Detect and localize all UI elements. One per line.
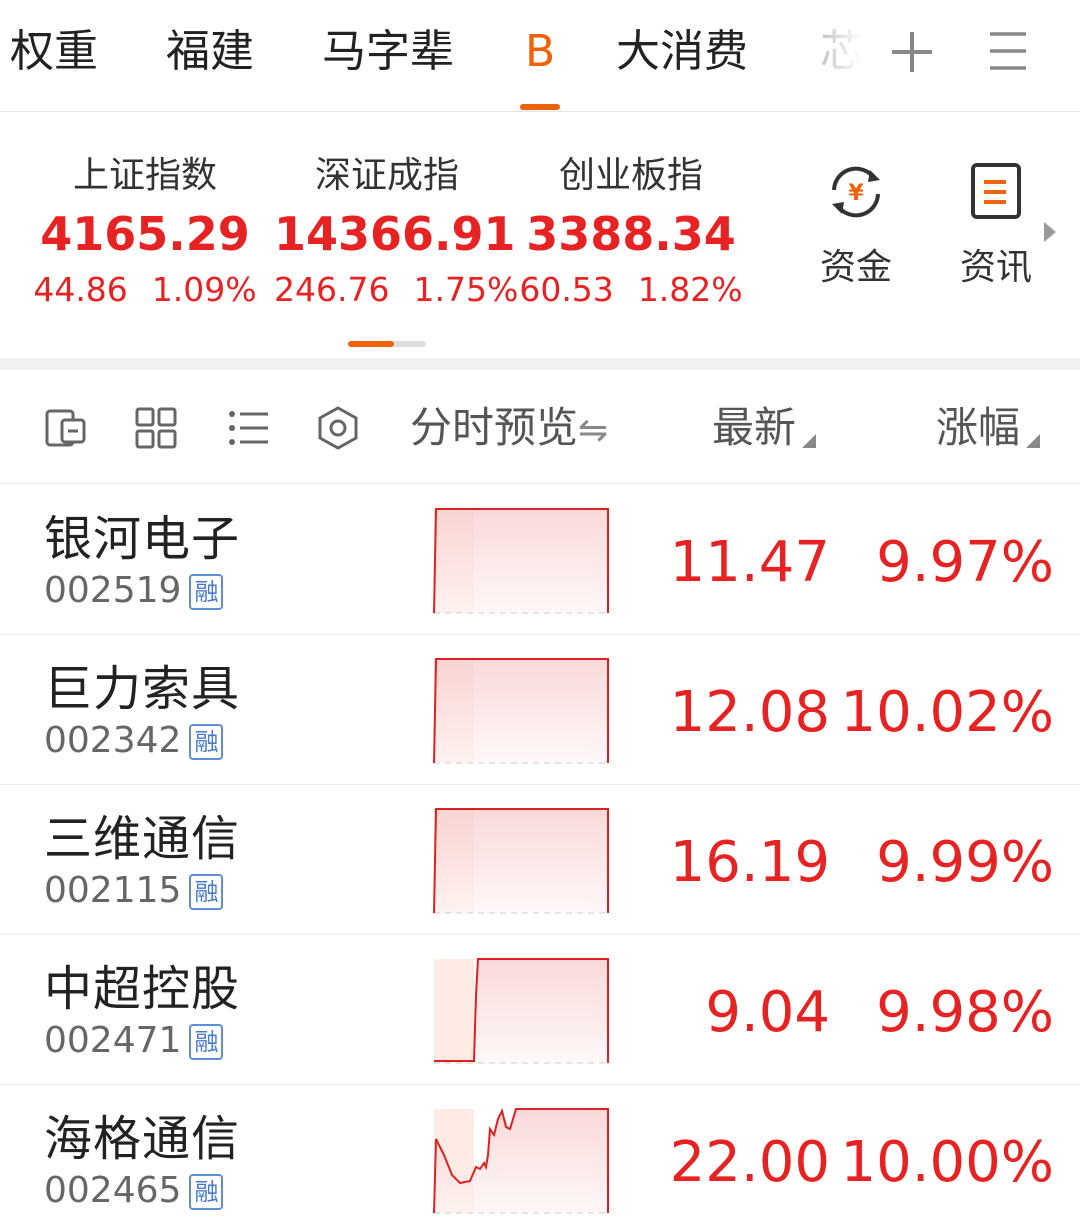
stock-code-line: 002465 融 <box>44 1169 224 1213</box>
stock-row[interactable]: 三维通信 002115 融 16.19 9.99% <box>0 785 1080 935</box>
fund-flow-icon: ¥ <box>832 166 880 218</box>
stock-change-pct: 9.97% <box>876 530 1054 595</box>
stock-change-pct: 9.99% <box>876 830 1054 895</box>
intraday-sparkline <box>433 1108 609 1214</box>
active-tab-indicator <box>520 104 560 110</box>
fund-flow-button[interactable]: ¥ 资金 <box>806 160 906 290</box>
tab-consumption[interactable]: 大消费 <box>616 24 748 80</box>
margin-badge: 融 <box>189 1024 224 1060</box>
stock-price: 12.08 <box>669 680 830 745</box>
hamburger-menu-icon[interactable] <box>986 28 1030 74</box>
index-value: 14366.91 <box>274 207 516 261</box>
index-name: 深证成指 <box>314 155 459 196</box>
settings-hex-icon[interactable] <box>316 406 360 450</box>
category-tab-bar: 权重 福建 马字辈 B 大消费 芯 <box>0 0 1080 112</box>
stock-name: 巨力索具 <box>44 661 241 717</box>
stock-code: 002465 <box>44 1170 182 1211</box>
stock-change-pct: 9.98% <box>876 980 1054 1045</box>
stock-name: 银河电子 <box>44 511 241 567</box>
index-name: 上证指数 <box>72 155 217 196</box>
list-view-icon[interactable] <box>226 406 270 450</box>
preview-toggle[interactable]: 分时预览⇋ <box>410 400 608 459</box>
grid-view-icon[interactable] <box>134 406 178 450</box>
margin-badge: 融 <box>189 874 224 910</box>
edit-list-icon[interactable] <box>44 406 88 450</box>
preview-label: 分时预览 <box>410 403 579 452</box>
sort-triangle-icon <box>1026 434 1041 448</box>
stock-code-line: 002471 融 <box>44 1019 224 1063</box>
intraday-sparkline <box>433 808 609 914</box>
stock-list: 银河电子 002519 融 11.47 9.97% 巨力索具 002342 融 12… <box>0 485 1080 1221</box>
sort-change-header[interactable]: 涨幅 <box>936 400 1041 456</box>
intraday-sparkline <box>434 958 609 1064</box>
index-name: 创业板指 <box>558 155 703 196</box>
stock-row[interactable]: 中超控股 002471 融 9.04 9.98% <box>0 935 1080 1085</box>
news-icon <box>971 163 1021 219</box>
tab-ma-zi-bei[interactable]: 马字辈 <box>322 24 454 80</box>
stock-row[interactable]: 银河电子 002519 融 11.47 9.97% <box>0 485 1080 635</box>
fund-flow-label: 资金 <box>819 247 892 288</box>
intraday-sparkline <box>433 508 609 614</box>
index-card-chinext[interactable]: 创业板指 3388.34 60.53 1.82% <box>518 152 744 312</box>
tab-b[interactable]: B <box>525 24 555 80</box>
index-change: 60.53 1.82% <box>519 270 743 309</box>
index-change: 44.86 1.09% <box>33 270 257 309</box>
stock-change-pct: 10.02% <box>840 680 1054 745</box>
intraday-sparkline <box>433 658 609 764</box>
section-divider <box>0 358 1080 370</box>
swap-icon: ⇋ <box>578 410 609 451</box>
margin-badge: 融 <box>189 1174 224 1210</box>
stock-row[interactable]: 巨力索具 002342 融 12.08 10.02% <box>0 635 1080 785</box>
stock-price: 16.19 <box>669 830 830 895</box>
margin-badge: 融 <box>189 724 224 760</box>
stock-code: 002342 <box>44 720 182 761</box>
index-card-shenzhen[interactable]: 深证成指 14366.91 246.76 1.75% <box>274 152 519 312</box>
stock-price: 11.47 <box>669 530 830 595</box>
svg-text:¥: ¥ <box>848 181 864 206</box>
index-value: 4165.29 <box>40 207 250 261</box>
stock-price: 22.00 <box>669 1130 830 1195</box>
scroll-right-icon[interactable] <box>1042 220 1058 244</box>
index-change: 246.76 1.75% <box>274 270 519 309</box>
stock-row[interactable]: 海格通信 002465 融 22.00 10.00% <box>0 1085 1080 1221</box>
index-value: 3388.34 <box>526 207 736 261</box>
tab-scroll-fade <box>790 0 870 110</box>
stock-name: 海格通信 <box>44 1111 241 1167</box>
stock-code-line: 002519 融 <box>44 569 224 613</box>
stock-name: 三维通信 <box>44 811 241 867</box>
sort-latest-header[interactable]: 最新 <box>712 400 817 456</box>
list-toolbar: 分时预览⇋ 最新 涨幅 <box>0 370 1080 484</box>
page-indicator <box>348 341 426 347</box>
stock-code: 002115 <box>44 870 182 911</box>
latest-label: 最新 <box>712 403 797 452</box>
stock-name: 中超控股 <box>44 961 241 1017</box>
index-card-shanghai[interactable]: 上证指数 4165.29 44.86 1.09% <box>30 152 260 312</box>
tab-weight[interactable]: 权重 <box>10 24 98 80</box>
news-button[interactable]: 资讯 <box>946 160 1046 290</box>
stock-code-line: 002342 融 <box>44 719 224 763</box>
news-label: 资讯 <box>959 247 1032 288</box>
tab-fujian[interactable]: 福建 <box>166 24 254 80</box>
sort-triangle-icon <box>802 434 817 448</box>
stock-code: 002519 <box>44 570 182 611</box>
market-index-panel: 上证指数 4165.29 44.86 1.09% 深证成指 14366.91 24… <box>0 112 1080 358</box>
stock-price: 9.04 <box>705 980 830 1045</box>
change-label: 涨幅 <box>936 403 1021 452</box>
stock-code-line: 002115 融 <box>44 869 224 913</box>
margin-badge: 融 <box>189 574 224 610</box>
stock-code: 002471 <box>44 1020 182 1061</box>
stock-change-pct: 10.00% <box>840 1130 1054 1195</box>
plus-icon[interactable] <box>888 26 936 78</box>
